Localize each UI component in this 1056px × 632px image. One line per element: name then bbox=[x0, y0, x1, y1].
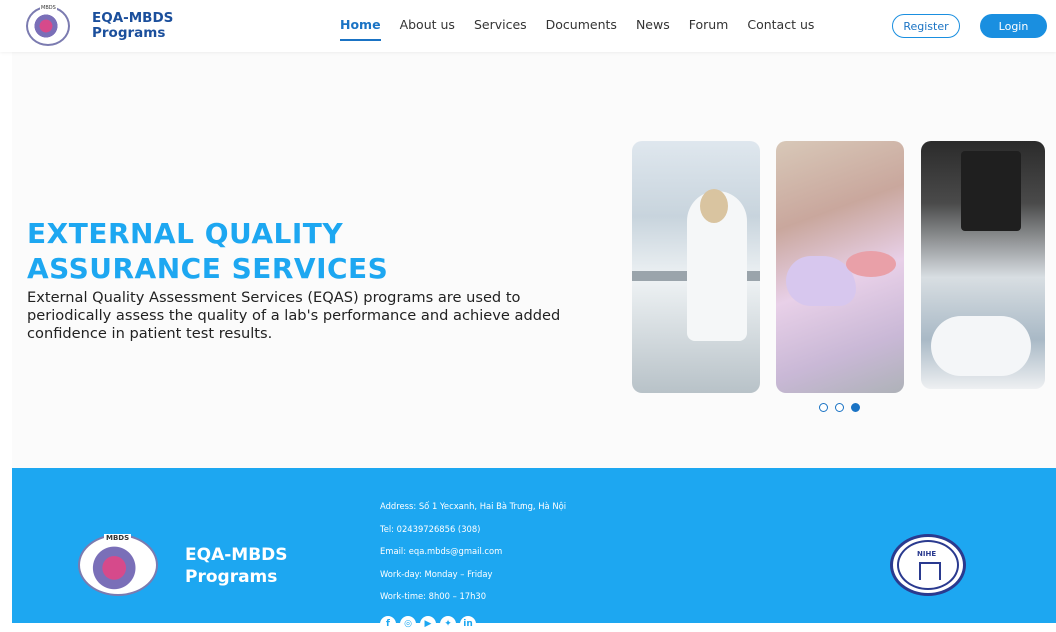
carousel-dot-2[interactable] bbox=[835, 403, 844, 412]
nihe-logo-ring: NIHE bbox=[897, 540, 959, 590]
hero-description: External Quality Assessment Services (EQ… bbox=[27, 289, 561, 342]
nav-home[interactable]: Home bbox=[340, 17, 381, 41]
hero-title: EXTERNAL QUALITY ASSURANCE SERVICES bbox=[27, 216, 388, 286]
hero-title-line-1: EXTERNAL QUALITY bbox=[27, 217, 344, 250]
image-dish bbox=[846, 251, 896, 277]
hero-title-line-2: ASSURANCE SERVICES bbox=[27, 252, 389, 285]
footer-social-links: f ◎ ▶ ✦ in bbox=[380, 616, 480, 632]
nihe-logo: NIHE bbox=[890, 534, 966, 596]
footer-mbds-logo: MBDS bbox=[78, 534, 158, 596]
nav-forum[interactable]: Forum bbox=[689, 17, 729, 41]
mbds-logo: MBDS bbox=[26, 5, 70, 46]
image-scope bbox=[961, 151, 1021, 231]
footer-logo-badge-text: MBDS bbox=[104, 534, 132, 542]
brand-name: EQA-MBDS Programs bbox=[92, 11, 173, 41]
header-logo-link[interactable]: MBDS EQA-MBDS Programs bbox=[26, 5, 173, 46]
nav-news[interactable]: News bbox=[636, 17, 670, 41]
register-button[interactable]: Register bbox=[892, 14, 960, 38]
instagram-icon[interactable]: ◎ bbox=[400, 616, 416, 632]
nav-contact-us[interactable]: Contact us bbox=[747, 17, 814, 41]
footer-brand-name: EQA-MBDS Programs bbox=[185, 544, 288, 588]
linkedin-icon[interactable]: in bbox=[460, 616, 476, 632]
footer-workday: Work-day: Monday – Friday bbox=[380, 568, 493, 579]
site-header: MBDS EQA-MBDS Programs Home About us Ser… bbox=[0, 0, 1056, 52]
twitter-icon[interactable]: ✦ bbox=[440, 616, 456, 632]
nihe-label: NIHE bbox=[917, 550, 937, 558]
login-button[interactable]: Login bbox=[980, 14, 1047, 38]
youtube-icon[interactable]: ▶ bbox=[420, 616, 436, 632]
microscope-closeup-image bbox=[921, 141, 1045, 389]
footer-worktime: Work-time: 8h00 – 17h30 bbox=[380, 591, 487, 602]
main-nav: Home About us Services Documents News Fo… bbox=[340, 17, 833, 41]
nav-documents[interactable]: Documents bbox=[546, 17, 617, 41]
footer-address: Address: Số 1 Yecxanh, Hai Bà Trưng, Hà … bbox=[380, 501, 567, 511]
facebook-icon[interactable]: f bbox=[380, 616, 396, 632]
nav-services[interactable]: Services bbox=[474, 17, 527, 41]
carousel-dot-3[interactable] bbox=[851, 403, 860, 412]
brand-line-2: Programs bbox=[92, 25, 166, 41]
petri-dish-glove-image bbox=[776, 141, 904, 393]
footer-brand-line-1: EQA-MBDS bbox=[185, 545, 288, 565]
footer-email: Email: eqa.mbds@gmail.com bbox=[380, 546, 503, 557]
image-hair bbox=[700, 189, 728, 223]
logo-badge-text: MBDS bbox=[40, 5, 57, 11]
nav-about-us[interactable]: About us bbox=[400, 17, 455, 41]
carousel-dot-1[interactable] bbox=[819, 403, 828, 412]
footer-tel: Tel: 02439726856 (308) bbox=[380, 523, 481, 534]
footer-contact-info: Address: Số 1 Yecxanh, Hai Bà Trưng, Hà … bbox=[380, 501, 566, 614]
footer-brand-line-2: Programs bbox=[185, 567, 278, 587]
site-footer: MBDS EQA-MBDS Programs Address: Số 1 Yec… bbox=[12, 468, 1056, 632]
lab-scientist-microscope-image bbox=[632, 141, 760, 393]
brand-line-1: EQA-MBDS bbox=[92, 10, 174, 26]
nihe-gate-icon bbox=[919, 562, 941, 580]
image-glove-2 bbox=[931, 316, 1031, 376]
carousel-dots bbox=[819, 403, 867, 412]
